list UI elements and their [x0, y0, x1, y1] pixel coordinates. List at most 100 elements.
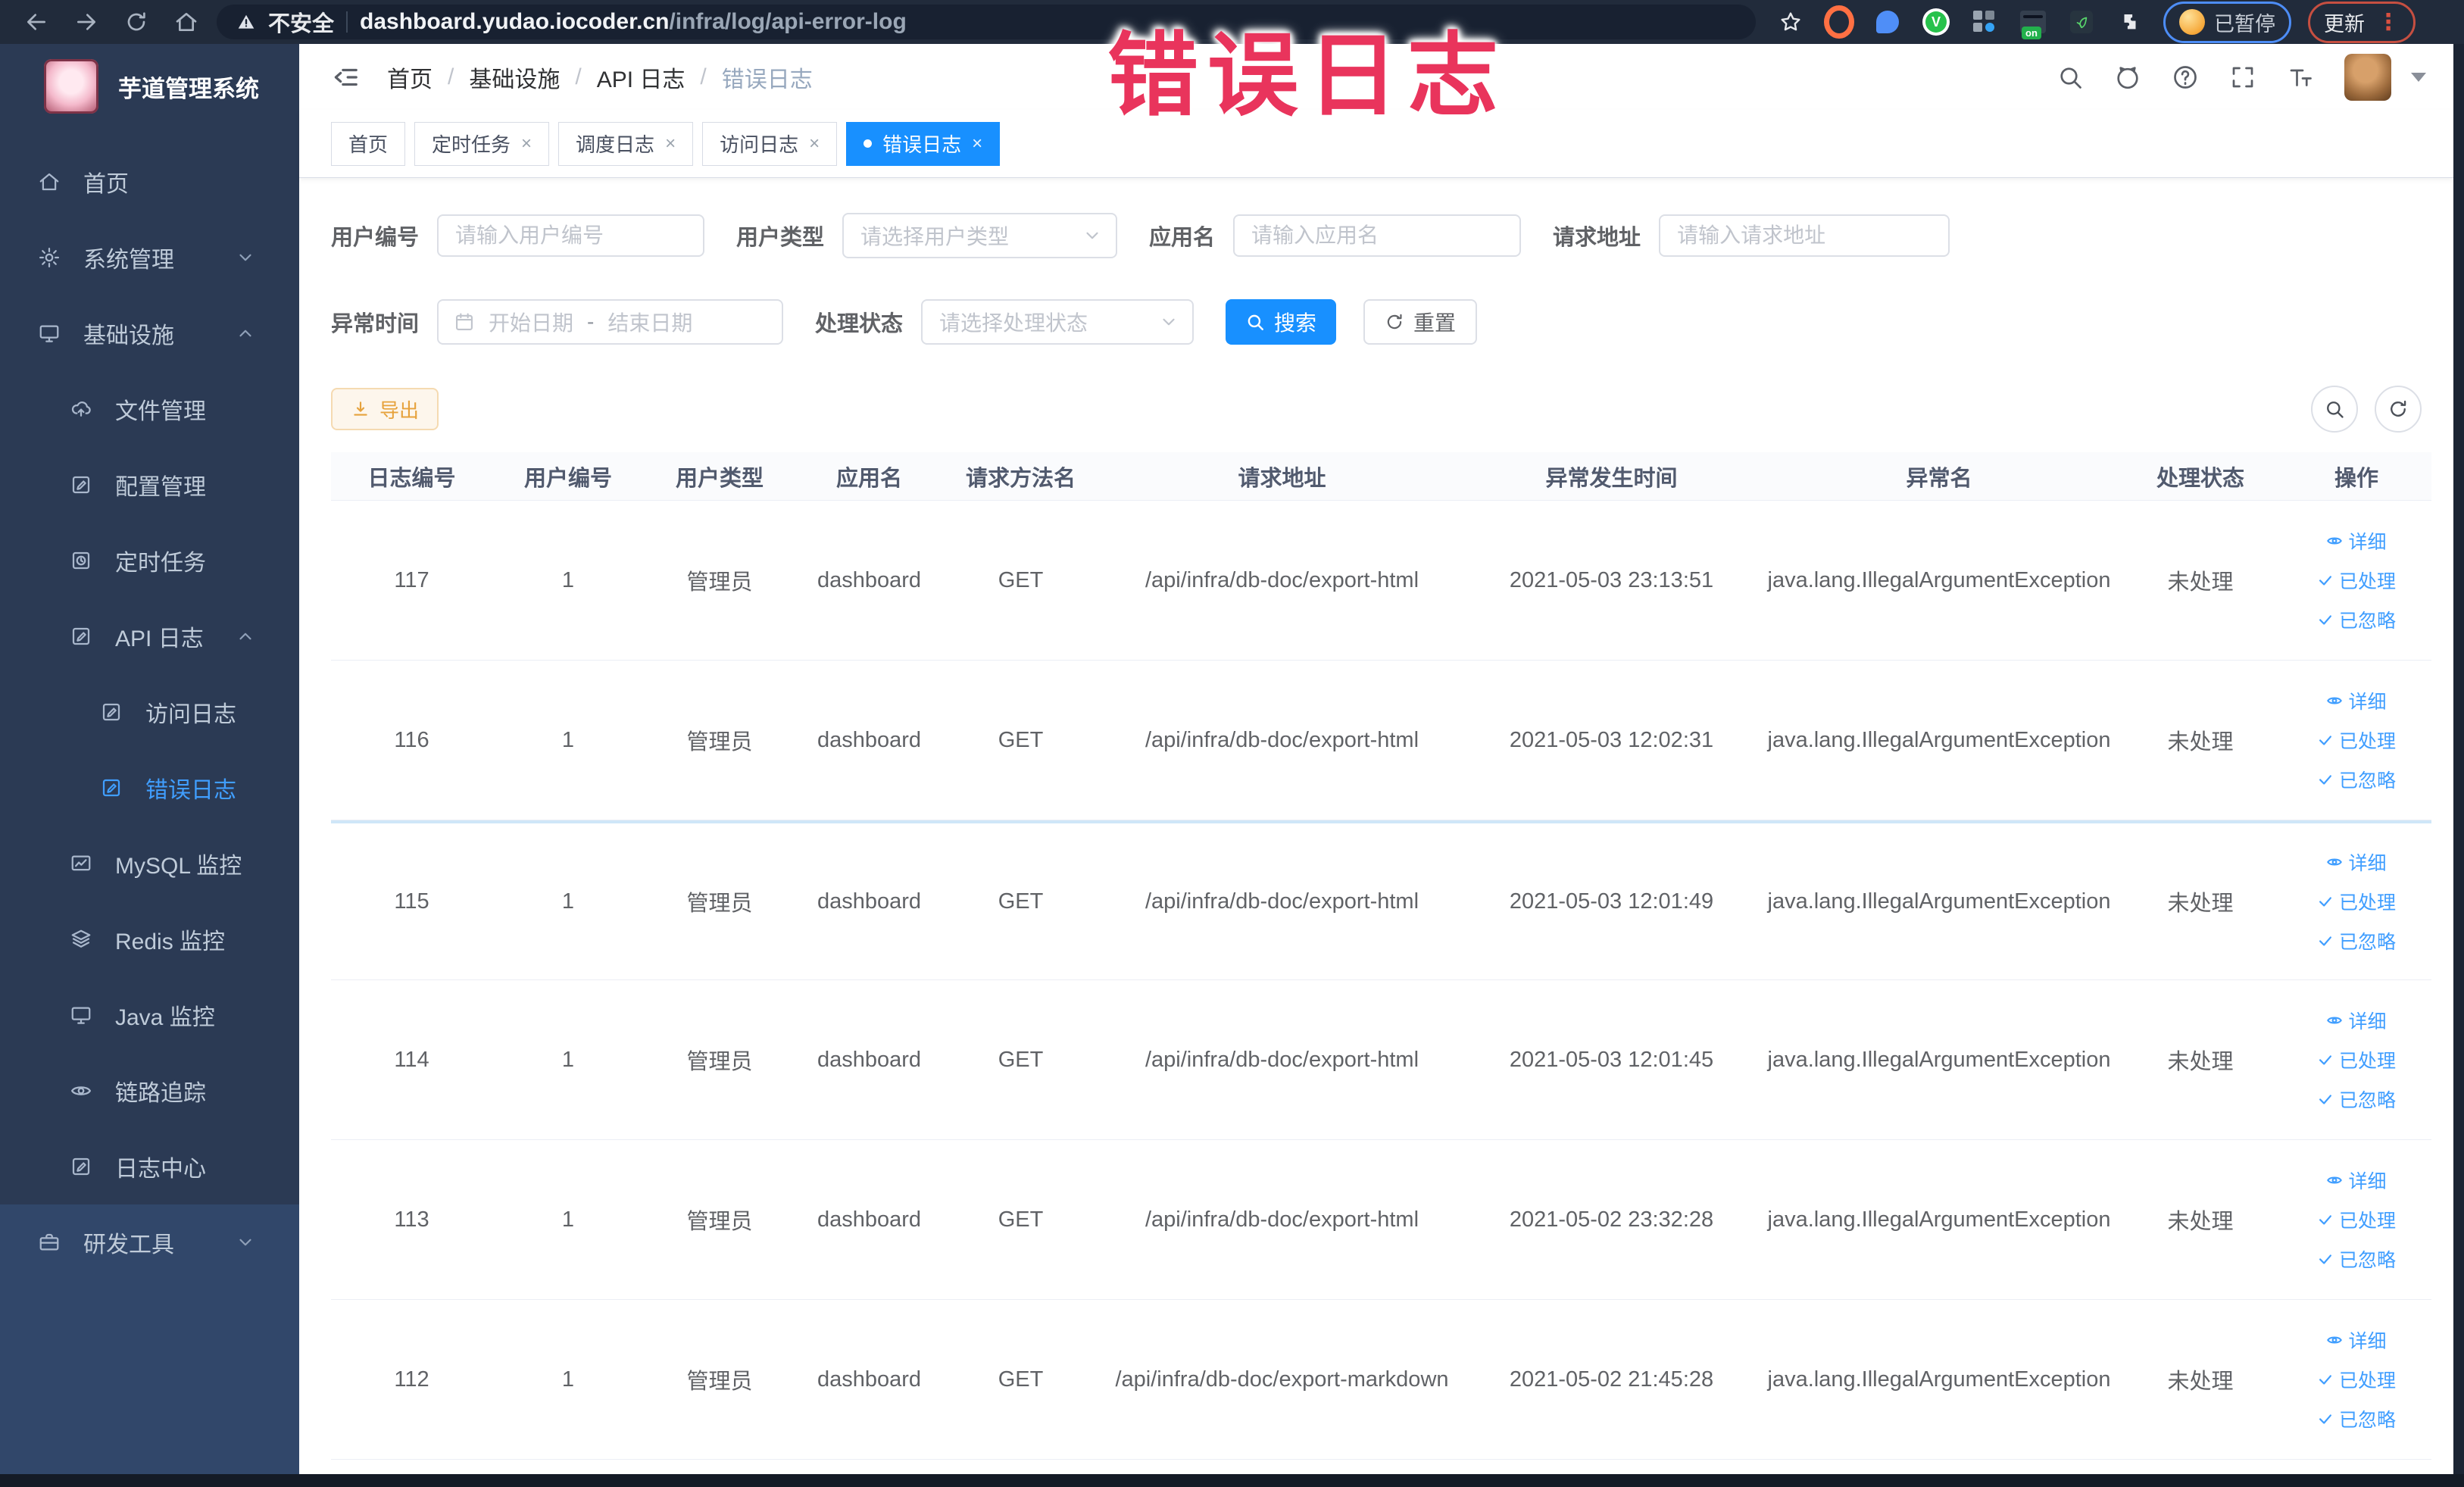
- breadcrumb-item-0[interactable]: 首页: [387, 61, 433, 94]
- tab-scheduled-jobs[interactable]: 定时任务 ×: [414, 121, 550, 166]
- eye-icon: [2326, 1012, 2343, 1029]
- breadcrumb-item-1[interactable]: 基础设施: [469, 61, 560, 94]
- cell-url: /api/infra/db-doc/export-html: [1145, 889, 1419, 914]
- breadcrumb-item-2[interactable]: API 日志: [597, 61, 685, 94]
- reset-button[interactable]: 重置: [1363, 299, 1478, 345]
- action-ignore-link[interactable]: 已忽略: [2317, 1245, 2396, 1273]
- user-type-select[interactable]: 请选择用户类型: [842, 213, 1118, 258]
- action-done-link[interactable]: 已处理: [2317, 567, 2396, 594]
- browser-forward-icon[interactable]: [67, 5, 106, 39]
- sidebar-item-infrastructure[interactable]: 基础设施: [0, 295, 299, 371]
- process-status-select[interactable]: 请选择处理状态: [921, 299, 1195, 345]
- sidebar-item-mysql-monitor[interactable]: MySQL 监控: [0, 826, 299, 901]
- export-button[interactable]: 导出: [331, 388, 439, 430]
- browser-reload-icon[interactable]: [117, 5, 156, 39]
- sidebar-item-file-mgmt[interactable]: 文件管理: [0, 371, 299, 447]
- extension-paused-badge[interactable]: 已暂停: [2163, 1, 2291, 43]
- action-done-link[interactable]: 已处理: [2317, 726, 2396, 754]
- cell-time: 2021-05-03 23:13:51: [1509, 567, 1714, 592]
- adblock-ring-icon[interactable]: [1824, 5, 1854, 39]
- action-done-link[interactable]: 已处理: [2317, 1206, 2396, 1233]
- active-tab-dot: [863, 139, 873, 148]
- blue-drop-icon[interactable]: [1872, 7, 1903, 37]
- address-bar[interactable]: 不安全 dashboard.yudao.iocoder.cn/infra/log…: [217, 5, 1756, 39]
- github-icon[interactable]: [2114, 64, 2141, 91]
- tab-error-log[interactable]: 错误日志 ×: [846, 121, 1001, 166]
- refresh-table-button[interactable]: [2375, 386, 2422, 433]
- action-ignore-link[interactable]: 已忽略: [2317, 766, 2396, 793]
- cell-url: /api/infra/db-doc/export-html: [1145, 567, 1419, 592]
- help-icon[interactable]: [2172, 64, 2199, 91]
- close-icon[interactable]: ×: [521, 133, 532, 155]
- browser-home-icon[interactable]: [167, 5, 206, 39]
- chevron-down-icon: [236, 248, 255, 267]
- cell-app_name: dashboard: [817, 1047, 922, 1072]
- sidebar-item-access-log[interactable]: 访问日志: [0, 674, 299, 750]
- kebab-menu-icon[interactable]: ⋮: [2377, 9, 2400, 36]
- action-detail-link[interactable]: 详细: [2326, 1007, 2387, 1034]
- tab-schedule-log[interactable]: 调度日志 ×: [558, 121, 694, 166]
- switch-on-icon[interactable]: on: [2018, 7, 2048, 39]
- sidebar-item-scheduled-jobs[interactable]: 定时任务: [0, 523, 299, 598]
- sidebar-item-label: Redis 监控: [115, 929, 226, 954]
- tab-access-log[interactable]: 访问日志 ×: [702, 121, 838, 166]
- exception-time-label: 异常时间: [331, 312, 420, 336]
- action-detail-link[interactable]: 详细: [2326, 687, 2387, 714]
- action-ignore-link[interactable]: 已忽略: [2317, 927, 2396, 954]
- action-ignore-link[interactable]: 已忽略: [2317, 1086, 2396, 1113]
- action-done-link[interactable]: 已处理: [2317, 1366, 2396, 1393]
- sidebar-item-system-mgmt[interactable]: 系统管理: [0, 220, 299, 295]
- action-detail-link[interactable]: 详细: [2326, 1326, 2387, 1354]
- sidebar-item-redis-monitor[interactable]: Redis 监控: [0, 901, 299, 977]
- sidebar-item-dev-tools[interactable]: 研发工具: [0, 1204, 299, 1280]
- chevron-up-icon: [236, 323, 255, 343]
- cell-actions: 详细 已处理 已忽略: [2280, 687, 2433, 793]
- close-icon[interactable]: ×: [665, 133, 676, 155]
- cell-method: GET: [998, 1367, 1044, 1392]
- breadcrumb: 首页 / 基础设施 / API 日志 / 错误日志: [387, 61, 813, 94]
- sprout-icon[interactable]: [2066, 7, 2097, 37]
- search-icon[interactable]: [2056, 64, 2084, 91]
- app-logo[interactable]: 芋道管理系统: [0, 44, 299, 126]
- fullscreen-icon[interactable]: [2229, 64, 2256, 91]
- cell-user_id: 1: [561, 1367, 575, 1392]
- sidebar-item-api-log[interactable]: API 日志: [0, 598, 299, 674]
- action-detail-link[interactable]: 详细: [2326, 1167, 2387, 1194]
- sidebar-item-config-mgmt[interactable]: 配置管理: [0, 447, 299, 523]
- action-ignore-link[interactable]: 已忽略: [2317, 606, 2396, 633]
- sidebar-item-error-log[interactable]: 错误日志: [0, 750, 299, 826]
- close-icon[interactable]: ×: [809, 133, 820, 155]
- browser-back-icon[interactable]: [17, 5, 56, 39]
- end-date-placeholder: 结束日期: [607, 311, 693, 335]
- extension-grid-icon[interactable]: [1969, 7, 2000, 37]
- action-ignore-link[interactable]: 已忽略: [2317, 1405, 2396, 1432]
- sidebar-item-log-center[interactable]: 日志中心: [0, 1129, 299, 1204]
- action-done-link[interactable]: 已处理: [2317, 888, 2396, 915]
- request-url-input[interactable]: [1659, 214, 1950, 257]
- request-url-label: 请求地址: [1553, 226, 1641, 250]
- column-header-method: 请求方法名: [965, 466, 1076, 491]
- user-avatar[interactable]: [2344, 53, 2391, 101]
- user-id-input[interactable]: [437, 214, 705, 257]
- font-size-icon[interactable]: [2287, 64, 2314, 91]
- green-check-circle-icon[interactable]: V: [1921, 7, 1951, 37]
- browser-update-button[interactable]: 更新 ⋮: [2308, 1, 2416, 43]
- action-detail-link[interactable]: 详细: [2326, 848, 2387, 876]
- avatar-caret-icon[interactable]: [2411, 72, 2426, 82]
- exception-time-range-picker[interactable]: 开始日期 - 结束日期: [437, 299, 784, 345]
- cell-url: /api/infra/db-doc/export-html: [1145, 1207, 1419, 1232]
- tab-home[interactable]: 首页: [331, 121, 406, 166]
- sidebar-item-home[interactable]: 首页: [0, 144, 299, 220]
- table-row: 114 1 管理员 dashboard GET/api/infra/db-doc/exp…: [331, 980, 2431, 1140]
- sidebar-item-java-monitor[interactable]: Java 监控: [0, 977, 299, 1053]
- search-button[interactable]: 搜索: [1226, 299, 1337, 345]
- close-icon[interactable]: ×: [972, 133, 982, 155]
- action-detail-link[interactable]: 详细: [2326, 527, 2387, 555]
- puzzle-icon[interactable]: [2115, 7, 2145, 37]
- sidebar-item-trace[interactable]: 链路追踪: [0, 1053, 299, 1129]
- app-name-input[interactable]: [1233, 214, 1522, 257]
- star-icon[interactable]: [1775, 7, 1806, 37]
- hamburger-icon[interactable]: [331, 63, 360, 92]
- action-done-link[interactable]: 已处理: [2317, 1046, 2396, 1073]
- toggle-search-button[interactable]: [2311, 386, 2358, 433]
